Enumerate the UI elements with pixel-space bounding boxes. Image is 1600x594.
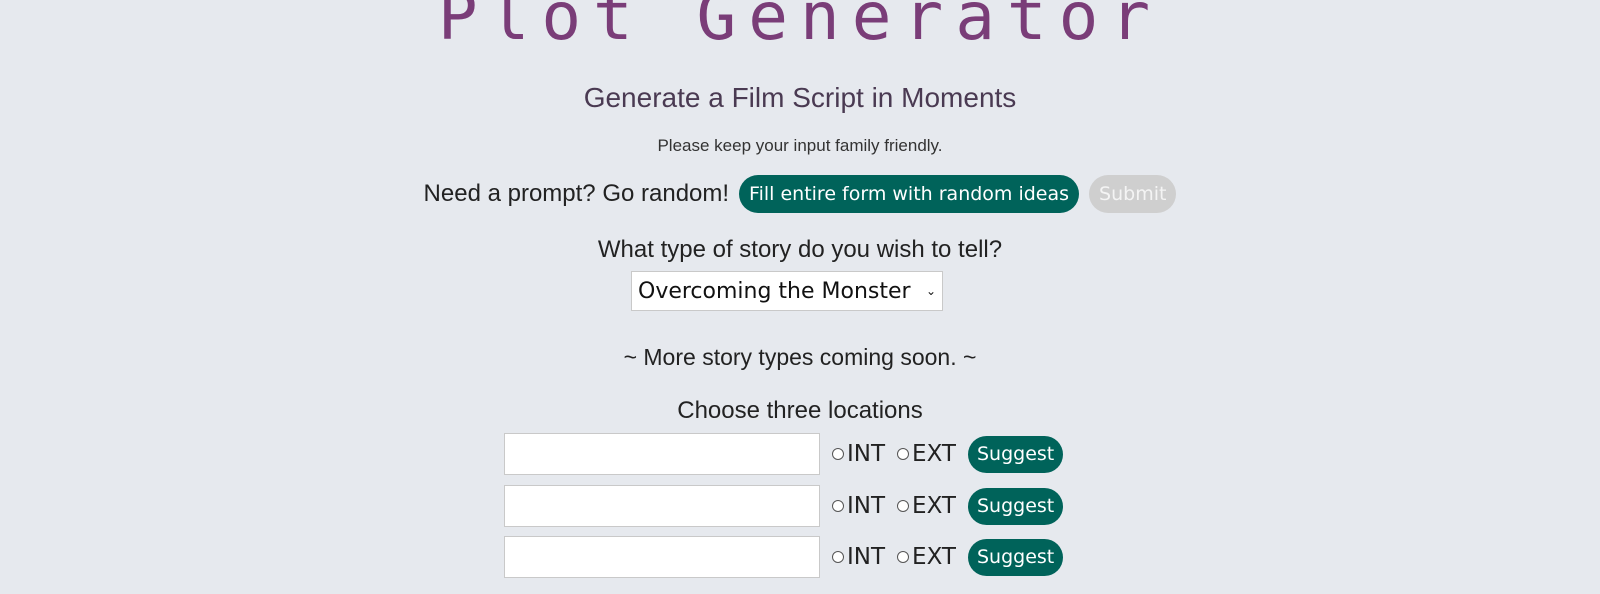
ext-label: EXT (912, 493, 956, 519)
location-row: INT EXT Suggest (504, 485, 1064, 527)
ext-label: EXT (912, 544, 956, 570)
page-title: Plot Generator (437, 0, 1163, 55)
int-radio[interactable] (832, 551, 844, 563)
location-input[interactable] (504, 433, 820, 475)
ext-radio[interactable] (897, 448, 910, 460)
ext-radio[interactable] (897, 500, 910, 512)
ext-radio[interactable] (897, 551, 910, 563)
int-label: INT (847, 441, 886, 467)
location-input[interactable] (504, 536, 820, 578)
suggest-button[interactable]: Suggest (967, 487, 1064, 525)
location-row: INT EXT Suggest (504, 536, 1064, 578)
family-friendly-note: Please keep your input family friendly. (657, 136, 943, 155)
story-type-select[interactable]: Overcoming the Monster ⌄ (631, 271, 943, 311)
suggest-button[interactable]: Suggest (967, 538, 1064, 576)
location-input[interactable] (504, 485, 820, 527)
fill-random-button[interactable]: Fill entire form with random ideas (739, 175, 1080, 213)
int-radio[interactable] (832, 448, 844, 460)
submit-button[interactable]: Submit (1089, 175, 1177, 213)
int-radio[interactable] (832, 500, 844, 512)
story-type-question: What type of story do you wish to tell? (597, 236, 1003, 263)
chevron-down-icon: ⌄ (925, 284, 936, 298)
int-label: INT (847, 493, 886, 519)
story-type-selected-value: Overcoming the Monster (638, 278, 911, 304)
coming-soon-text: ~ More story types coming soon. ~ (623, 344, 977, 370)
location-row: INT EXT Suggest (504, 433, 1064, 475)
suggest-button[interactable]: Suggest (967, 435, 1064, 473)
random-row: Need a prompt? Go random! Fill entire fo… (0, 175, 1600, 213)
page-subtitle: Generate a Film Script in Moments (583, 82, 1017, 113)
locations-heading: Choose three locations (677, 397, 923, 424)
plot-generator-page: Plot Generator Generate a Film Script in… (0, 0, 1600, 594)
random-prompt-text: Need a prompt? Go random! (423, 180, 730, 207)
ext-label: EXT (912, 441, 956, 467)
int-label: INT (847, 544, 886, 570)
